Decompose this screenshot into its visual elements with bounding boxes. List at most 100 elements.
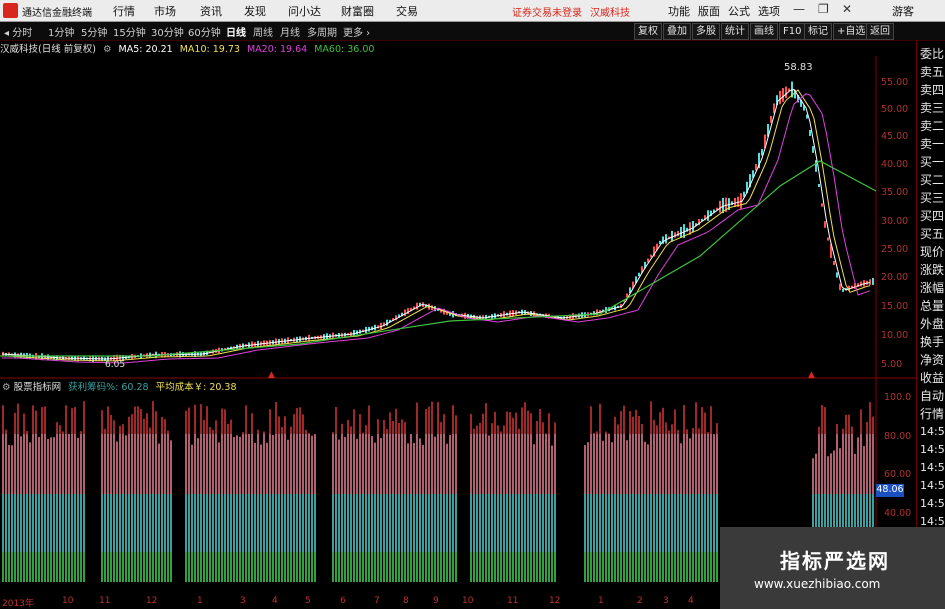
event-marker-icon[interactable]: ▲: [808, 370, 815, 380]
indicator-bar-red: [32, 405, 34, 434]
tab-15min[interactable]: 15分钟: [113, 24, 146, 39]
tab-fenshi[interactable]: ◂ 分时: [4, 24, 32, 39]
menu-banmian[interactable]: 版面: [698, 3, 720, 19]
indicator-bar-green: [689, 552, 691, 582]
indicator-bar-pink: [617, 434, 619, 494]
indicator-bar-red: [590, 406, 592, 434]
indicator-bar-green: [488, 552, 490, 582]
indicator-bar-green: [260, 552, 262, 582]
indicator-bar-pink: [359, 434, 361, 494]
label-auto[interactable]: 自动: [920, 387, 944, 405]
indicator-bar-teal: [629, 494, 631, 552]
event-marker-icon[interactable]: ▲: [268, 370, 275, 380]
indicator-bar-red: [167, 430, 169, 434]
minimize-icon[interactable]: —: [793, 2, 805, 16]
settings-gear-icon[interactable]: ⚙: [103, 44, 112, 55]
tab-weekly[interactable]: 周线: [253, 24, 273, 39]
menu-caifuquan[interactable]: 财富圈: [341, 3, 374, 19]
indicator-bar-red: [614, 416, 616, 434]
tab-multi-period[interactable]: 多周期: [307, 24, 337, 39]
indicator-bar-teal: [701, 494, 703, 552]
tab-monthly[interactable]: 月线: [280, 24, 300, 39]
indicator-bar-green: [200, 552, 202, 582]
indicator-bar-green: [542, 552, 544, 582]
back-button[interactable]: 返回: [866, 23, 894, 40]
menu-wenxiaoda[interactable]: 问小达: [288, 3, 321, 19]
restore-icon[interactable]: ❐: [818, 2, 829, 16]
guest-label[interactable]: 游客: [892, 3, 914, 19]
indicator-bar-red: [152, 401, 154, 434]
label-quote[interactable]: 行情: [920, 405, 944, 423]
menu-hangqing[interactable]: 行情: [113, 3, 135, 19]
date-tick: 12: [146, 596, 158, 606]
indicator-bar-pink: [11, 445, 13, 494]
indicator-bar-teal: [23, 494, 25, 552]
indicator-bar-pink: [815, 453, 817, 494]
indicator-bar-teal: [164, 494, 166, 552]
menu-gongneng[interactable]: 功能: [668, 3, 690, 19]
indicator-bar-green: [410, 552, 412, 582]
indicator-bar-teal: [410, 494, 412, 552]
tab-daily[interactable]: 日线: [226, 24, 246, 39]
tab-5min[interactable]: 5分钟: [81, 24, 107, 39]
indicator-bar-pink: [857, 437, 859, 494]
overlay-button[interactable]: 叠加: [663, 23, 691, 40]
indicator-bar-green: [470, 552, 472, 582]
indicator-bar-green: [149, 552, 151, 582]
indicator-bar-red: [296, 408, 298, 434]
indicator-bar-red: [392, 421, 394, 434]
tab-30min[interactable]: 30分钟: [151, 24, 184, 39]
indicator-bar-teal: [128, 494, 130, 552]
indicator-bar-pink: [716, 434, 718, 494]
indicator-bar-teal: [263, 494, 265, 552]
indicator-bar-red: [848, 414, 850, 434]
close-icon[interactable]: ✕: [842, 2, 852, 16]
indicator-bar-pink: [128, 434, 130, 494]
menu-zixun[interactable]: 资讯: [200, 3, 222, 19]
fuquan-button[interactable]: 复权: [634, 23, 662, 40]
indicator-bar-green: [62, 552, 64, 582]
multi-stock-button[interactable]: 多股: [692, 23, 720, 40]
indicator-bar-teal: [251, 494, 253, 552]
indicator-bar-teal: [491, 494, 493, 552]
indicator-bar-red: [671, 424, 673, 434]
indicator-bar-red: [455, 415, 457, 434]
indicator-bar-green: [473, 552, 475, 582]
indicator-bar-red: [302, 414, 304, 434]
indicator-bar-pink: [251, 434, 253, 494]
draw-line-button[interactable]: 画线: [750, 23, 778, 40]
mark-button[interactable]: 标记: [804, 23, 832, 40]
indicator-bar-teal: [422, 494, 424, 552]
indicator-bar-teal: [377, 494, 379, 552]
indicator-bar-red: [674, 409, 676, 434]
profit-ratio: 获利筹码%: 60.28: [68, 382, 149, 393]
indicator-bar-teal: [278, 494, 280, 552]
indicator-tick: 40.00: [884, 508, 912, 519]
candle: [812, 146, 814, 153]
stats-button[interactable]: 统计: [721, 23, 749, 40]
indicator-bar-red: [707, 432, 709, 434]
indicator-bar-teal: [206, 494, 208, 552]
menu-gongshi[interactable]: 公式: [728, 3, 750, 19]
indicator-bar-pink: [839, 448, 841, 494]
indicator-settings-icon[interactable]: ⚙: [2, 382, 11, 393]
tab-more[interactable]: 更多 ›: [343, 24, 370, 39]
add-favorite-button[interactable]: +自选: [833, 23, 870, 40]
indicator-bar-red: [653, 419, 655, 434]
tab-60min[interactable]: 60分钟: [188, 24, 221, 39]
menu-faxian[interactable]: 发现: [244, 3, 266, 19]
menu-jiaoyi[interactable]: 交易: [396, 3, 418, 19]
menu-shichang[interactable]: 市场: [154, 3, 176, 19]
kline-chart-area[interactable]: 58.83 6.05 ▲ ▲: [0, 56, 916, 596]
indicator-bar-red: [275, 402, 277, 434]
menu-xuanxiang[interactable]: 选项: [758, 3, 780, 19]
indicator-bar-red: [824, 407, 826, 434]
indicator-bar-green: [686, 552, 688, 582]
f10-button[interactable]: F10: [779, 23, 806, 40]
login-status[interactable]: 证券交易未登录: [512, 4, 582, 19]
indicator-name[interactable]: 股票指标网: [14, 382, 62, 393]
date-tick: 12: [549, 596, 561, 606]
tab-1min[interactable]: 1分钟: [48, 24, 74, 39]
indicator-bar-pink: [56, 434, 58, 494]
price-tick: 55.00: [881, 77, 909, 88]
